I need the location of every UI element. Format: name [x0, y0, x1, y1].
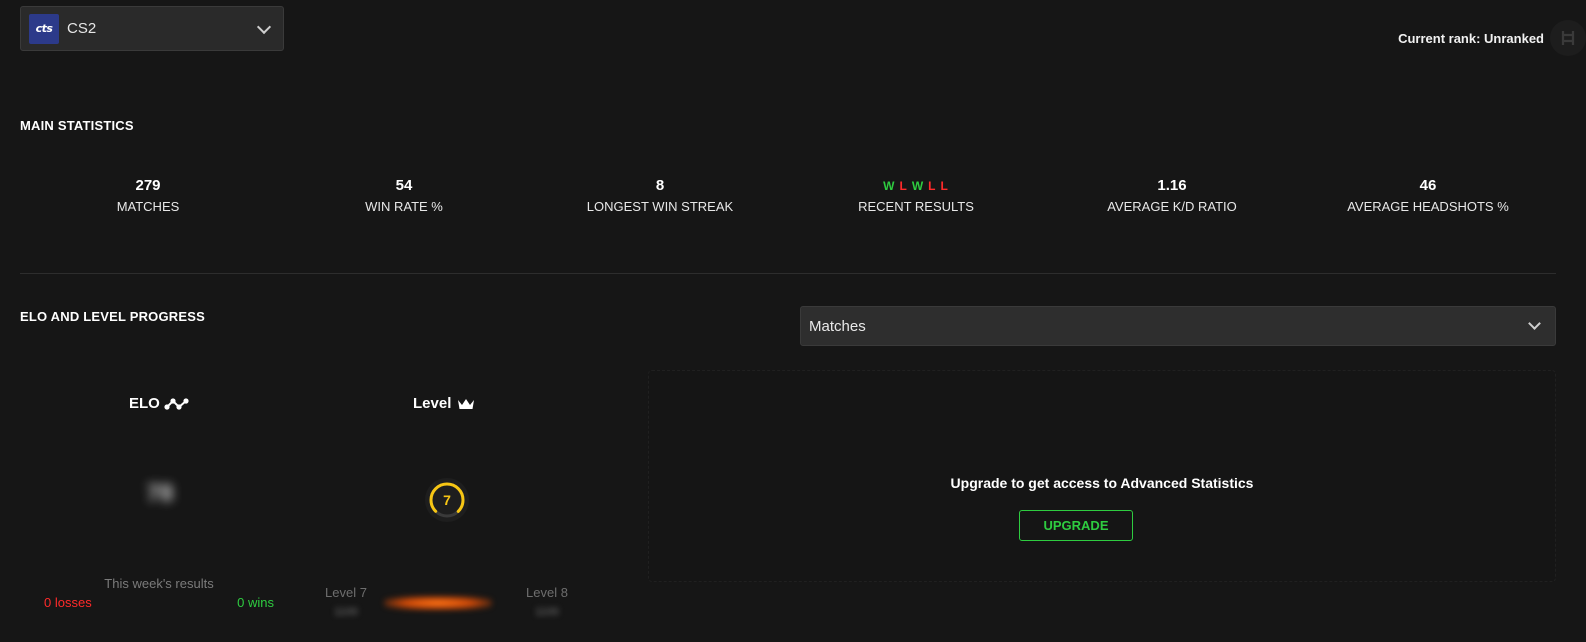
game-selector[interactable]: cts CS2	[20, 6, 284, 51]
level-heading: Level	[413, 395, 475, 412]
level-next-label: Level 8	[526, 585, 568, 600]
elo-heading-label: ELO	[129, 395, 160, 412]
stat-value: 46	[1419, 177, 1437, 194]
stat-longest-win-streak: 8 LONGEST WIN STREAK	[532, 176, 788, 226]
level-value: 7	[443, 492, 451, 508]
game-name: CS2	[67, 20, 97, 37]
level-progress-next: Level 8 1100	[523, 585, 571, 618]
main-statistics-title: MAIN STATISTICS	[20, 118, 134, 133]
stat-value: 8	[655, 177, 665, 194]
level-current-sub: 1100	[334, 606, 358, 618]
stat-recent-results: WLWLL RECENT RESULTS	[788, 176, 1044, 226]
matches-dropdown-value: Matches	[809, 317, 866, 335]
result-win: W	[911, 179, 925, 193]
elo-graph-icon	[164, 397, 190, 411]
stat-value: 54	[395, 177, 413, 194]
result-loss: L	[928, 179, 937, 193]
stat-label: WIN RATE %	[365, 199, 443, 214]
result-win: W	[883, 179, 896, 193]
crown-icon	[457, 397, 475, 411]
stat-win-rate: 54 WIN RATE %	[276, 176, 532, 226]
level-gauge: 7	[424, 477, 470, 523]
cs2-logo-icon: cts	[29, 13, 59, 44]
upgrade-message: Upgrade to get access to Advanced Statis…	[950, 475, 1254, 491]
stat-label: AVERAGE HEADSHOTS %	[1347, 199, 1509, 214]
level-progress-bar	[384, 596, 492, 610]
stat-label: MATCHES	[116, 199, 180, 214]
elo-level-title: ELO AND LEVEL PROGRESS	[20, 309, 205, 324]
upgrade-button[interactable]: UPGRADE	[1019, 510, 1133, 541]
level-heading-label: Level	[413, 395, 452, 412]
elo-heading: ELO	[129, 395, 190, 412]
stat-label: RECENT RESULTS	[858, 199, 974, 214]
stat-headshots: 46 AVERAGE HEADSHOTS %	[1300, 176, 1556, 226]
weekly-losses: 0 losses	[44, 595, 92, 610]
result-loss: L	[940, 179, 949, 193]
stat-matches: 279 MATCHES	[20, 176, 276, 226]
current-rank: Current rank: Unranked	[1398, 20, 1586, 56]
stat-value: WLWLL	[788, 176, 1044, 196]
section-divider	[20, 273, 1556, 274]
weekly-wins: 0 wins	[237, 595, 274, 610]
stat-value: 279	[135, 177, 161, 194]
level-next-sub: 1100	[535, 606, 559, 618]
rank-label: Current rank: Unranked	[1398, 30, 1544, 46]
stat-label: LONGEST WIN STREAK	[586, 199, 734, 214]
level-progress-current: Level 7 1100	[322, 585, 370, 618]
elo-value-blurred: 78	[146, 480, 174, 507]
weekly-results-title: This week's results	[104, 576, 214, 591]
stat-kd-ratio: 1.16 AVERAGE K/D RATIO	[1044, 176, 1300, 226]
recent-results-list: WLWLL	[883, 176, 949, 196]
main-statistics: 279 MATCHES 54 WIN RATE % 8 LONGEST WIN …	[20, 176, 1556, 226]
chevron-down-icon	[256, 19, 272, 35]
level-current-label: Level 7	[325, 585, 367, 600]
stat-label: AVERAGE K/D RATIO	[1107, 199, 1237, 214]
chevron-down-icon	[1528, 317, 1541, 330]
weekly-results: This week's results 0 losses 0 wins	[44, 576, 274, 610]
result-loss: L	[899, 179, 908, 193]
rank-badge-icon	[1550, 20, 1586, 56]
matches-dropdown[interactable]: Matches	[800, 306, 1556, 346]
stat-value: 1.16	[1157, 177, 1187, 194]
